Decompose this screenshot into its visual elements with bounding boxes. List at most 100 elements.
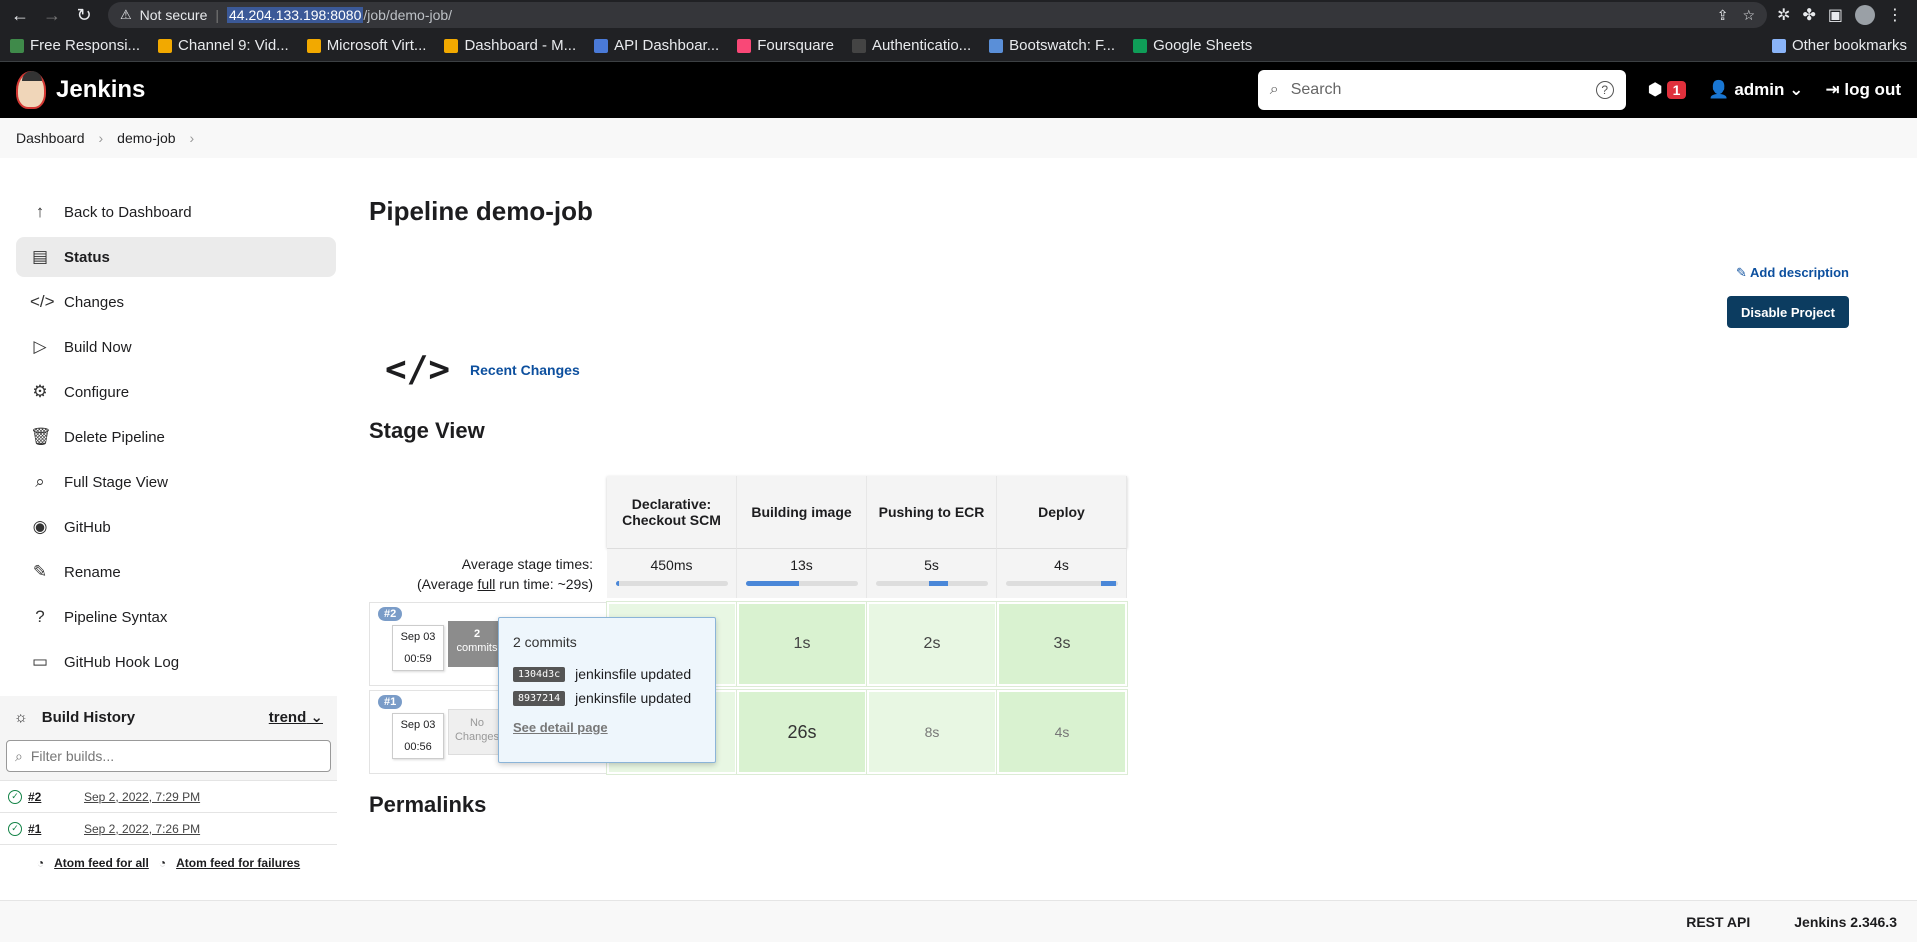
forward-arrow-icon[interactable]: → [38, 1, 66, 29]
kebab-menu-icon[interactable]: ⋮ [1887, 5, 1903, 25]
bookmark-item[interactable]: Free Responsi... [10, 37, 140, 54]
bookmark-item[interactable]: Google Sheets [1133, 37, 1252, 54]
security-alert[interactable]: ⬢ 1 [1648, 80, 1687, 100]
side-panel-icon[interactable]: ▣ [1828, 5, 1843, 25]
stage-cell[interactable]: 3s [996, 601, 1128, 687]
sidebar-item-full-stage-view[interactable]: ⌕ Full Stage View [16, 462, 336, 502]
commit-sha[interactable]: 8937214 [513, 690, 566, 706]
search-input[interactable]: Search [1291, 81, 1342, 99]
bookmark-favicon-icon [158, 38, 173, 53]
build-number-badge[interactable]: #1 [378, 695, 403, 709]
reload-icon[interactable]: ↻ [70, 1, 98, 29]
user-menu[interactable]: 👤 admin ⌄ [1708, 80, 1803, 100]
disable-project-button[interactable]: Disable Project [1727, 296, 1849, 328]
logout-icon: ⇥ [1825, 80, 1840, 99]
github-hook-log-icon: ▭ [31, 652, 49, 671]
see-detail-page-link[interactable]: See detail page [513, 720, 701, 735]
stage-header-row: Declarative: Checkout SCM Building image P… [607, 476, 1127, 548]
sidebar-item-github-hook-log[interactable]: ▭ GitHub Hook Log [16, 642, 336, 682]
logout-link[interactable]: ⇥ log out [1825, 80, 1901, 100]
filter-builds-input[interactable]: ⌕ Filter builds... [6, 740, 331, 772]
build-number-link[interactable]: #1 [28, 822, 78, 836]
build-date-card[interactable]: Sep 03 00:59 [392, 625, 444, 671]
jenkins-butler-icon [16, 71, 46, 109]
sun-icon: ☼ [14, 708, 28, 726]
extension-gear-icon[interactable]: ✲ [1777, 5, 1790, 25]
bookmark-item[interactable]: Foursquare [737, 37, 834, 54]
sidebar-item-build-now[interactable]: ▷ Build Now [16, 327, 336, 367]
other-bookmarks[interactable]: Other bookmarks [1771, 37, 1907, 54]
stage-cell[interactable]: 26s [736, 689, 868, 775]
bookmark-favicon-icon [306, 38, 321, 53]
sidebar-item-label: Status [64, 248, 110, 266]
bookmark-item[interactable]: Dashboard - M... [444, 37, 576, 54]
footer: REST API Jenkins 2.346.3 [0, 900, 1917, 942]
add-description-link[interactable]: ✎ Add description [1736, 265, 1849, 281]
stage-cell[interactable]: 2s [866, 601, 998, 687]
sidebar-item-configure[interactable]: ⚙ Configure [16, 372, 336, 412]
status-icon: ▤ [31, 247, 49, 266]
alert-count-badge: 1 [1666, 81, 1687, 99]
share-icon[interactable]: ⇪ [1717, 7, 1729, 24]
stage-cell[interactable]: 8s [866, 689, 998, 775]
build-number-link[interactable]: #2 [28, 790, 78, 804]
sidebar-item-label: Rename [64, 563, 121, 581]
average-times-row: 450ms 13s 5s 4s [607, 548, 1127, 598]
warning-icon: ⚠ [120, 7, 132, 22]
atom-feed-failures-link[interactable]: Atom feed for failures [176, 856, 300, 870]
build-date-link[interactable]: Sep 2, 2022, 7:26 PM [84, 822, 200, 836]
bookmark-item[interactable]: Authenticatio... [851, 37, 971, 54]
bookmark-item[interactable]: Channel 9: Vid... [158, 37, 289, 54]
help-icon[interactable]: ? [1595, 81, 1614, 99]
bookmark-item[interactable]: Microsoft Virt... [306, 37, 426, 54]
stage-header: Declarative: Checkout SCM [607, 476, 737, 548]
bookmark-item[interactable]: Bootswatch: F... [989, 37, 1115, 54]
star-icon[interactable]: ☆ [1743, 7, 1756, 24]
sidebar-item-delete-pipeline[interactable]: 🗑 Delete Pipeline [16, 417, 336, 457]
back-arrow-icon[interactable]: ← [6, 1, 34, 29]
sidebar-item-github[interactable]: ◉ GitHub [16, 507, 336, 547]
sidebar-item-label: Full Stage View [64, 473, 168, 491]
back-to-dashboard-icon: ↑ [35, 202, 45, 221]
jenkins-logo[interactable]: Jenkins [16, 71, 145, 109]
user-icon: 👤 [1708, 80, 1730, 99]
chevron-right-icon[interactable]: › [190, 130, 195, 146]
recent-changes-link[interactable]: Recent Changes [470, 362, 580, 378]
browser-toolbar: ← → ↻ ⚠ Not secure | 44.204.133.198:8080… [0, 0, 1917, 30]
address-bar[interactable]: ⚠ Not secure | 44.204.133.198:8080 /job/… [108, 2, 1768, 28]
build-number-badge[interactable]: #2 [378, 607, 403, 621]
build-history-row: ✓ #2 Sep 2, 2022, 7:29 PM [0, 780, 337, 812]
full-stage-view-icon: ⌕ [35, 472, 45, 491]
bookmark-item[interactable]: API Dashboar... [594, 37, 719, 54]
sidebar-item-status[interactable]: ▤ Status [16, 237, 336, 277]
shield-alert-icon: ⬢ [1647, 80, 1663, 99]
sidebar-item-label: Changes [64, 293, 125, 311]
atom-feed-all-link[interactable]: Atom feed for all [54, 856, 149, 870]
sidebar-item-back-to-dashboard[interactable]: ↑ Back to Dashboard [16, 192, 336, 232]
sidebar-item-changes[interactable]: </> Changes [16, 282, 336, 322]
stage-cell[interactable]: 1s [736, 601, 868, 687]
profile-avatar[interactable] [1855, 5, 1875, 25]
search-box[interactable]: ⌕ Search ? [1257, 70, 1626, 110]
build-date-link[interactable]: Sep 2, 2022, 7:29 PM [84, 790, 200, 804]
build-history-title: Build History [41, 708, 136, 726]
breadcrumb-demo-job[interactable]: demo-job [117, 130, 175, 146]
trend-link[interactable]: trend ⌄ [269, 708, 323, 726]
rest-api-link[interactable]: REST API [1686, 914, 1750, 930]
sidebar-item-pipeline-syntax[interactable]: ? Pipeline Syntax [16, 597, 336, 637]
build-now-icon: ▷ [33, 337, 47, 356]
build-date-card[interactable]: Sep 03 00:56 [392, 713, 444, 759]
commit-sha[interactable]: 1304d3c [513, 666, 566, 682]
jenkins-version-link[interactable]: Jenkins 2.346.3 [1794, 914, 1897, 930]
build-history-panel: ☼ Build History trend ⌄ ⌕ Filter builds.… [0, 696, 337, 880]
breadcrumb-dashboard[interactable]: Dashboard [16, 130, 85, 146]
stage-cell[interactable]: 4s [996, 689, 1128, 775]
search-icon: ⌕ [1269, 81, 1279, 98]
average-time-bar-fill [929, 581, 949, 586]
recent-changes[interactable]: </> Recent Changes [385, 349, 580, 390]
breadcrumb: Dashboard › demo-job › [0, 118, 1917, 158]
sidebar-item-rename[interactable]: ✎ Rename [16, 552, 336, 592]
puzzle-icon[interactable]: ✤ [1802, 5, 1815, 25]
average-stage-times-label: Average stage times: (Average full run t… [416, 556, 593, 592]
rename-icon: ✎ [32, 562, 48, 581]
